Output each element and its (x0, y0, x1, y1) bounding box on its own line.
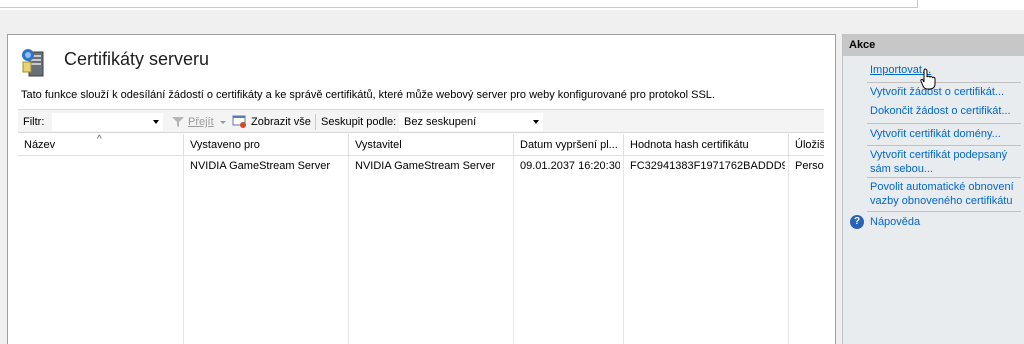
column-divider (513, 156, 514, 344)
chevron-down-icon (219, 120, 226, 124)
column-store[interactable]: Úložiš (789, 134, 824, 156)
actions-divider (867, 211, 1021, 212)
actions-header: Akce (843, 34, 1024, 56)
cell-issuer: NVIDIA GameStream Server (355, 160, 495, 172)
column-divider (348, 156, 349, 344)
create-domain-certificate-link[interactable]: Vytvořit certifikát domény... (870, 127, 1001, 141)
cell-expiry: 09.01.2037 16:20:30 (520, 160, 620, 172)
create-self-signed-certificate-link[interactable]: Vytvořit certifikát podepsaný (870, 148, 1007, 162)
filter-input[interactable] (52, 113, 163, 131)
create-certificate-request-link[interactable]: Vytvořit žádost o certifikát... (870, 85, 1004, 99)
address-bar-area (0, 0, 1024, 10)
address-bar[interactable] (0, 0, 918, 8)
show-all-icon (232, 115, 246, 128)
column-divider (183, 156, 184, 344)
column-expiry[interactable]: Datum vypršení pl... (514, 134, 624, 156)
complete-certificate-request-link[interactable]: Dokončit žádost o certifikát... (870, 104, 1011, 118)
group-by-label: Seskupit podle: (321, 116, 397, 128)
column-divider (623, 156, 624, 344)
group-by-value: Bez seskupení (404, 116, 477, 128)
enable-auto-renewal-link-line2[interactable]: vazby obnoveného certifikátu (870, 194, 1012, 208)
show-all-label: Zobrazit vše (251, 116, 311, 128)
funnel-icon (172, 117, 184, 127)
actions-divider (867, 145, 1021, 146)
help-link[interactable]: Nápověda (870, 215, 920, 229)
column-divider (788, 156, 789, 344)
chevron-down-icon (153, 120, 159, 124)
filter-label: Filtr: (23, 116, 45, 128)
go-label: Přejít (188, 116, 214, 128)
filter-toolbar: Filtr: Přejít Zobrazit vše Seskupit podl… (18, 109, 824, 133)
create-self-signed-certificate-link-line2[interactable]: sám sebou... (870, 162, 933, 176)
chevron-down-icon (533, 120, 539, 124)
column-issuer[interactable]: Vystavitel (349, 134, 514, 156)
help-icon: ? (850, 215, 864, 229)
show-all-button[interactable]: Zobrazit vše (232, 113, 311, 131)
cell-store: Persor (795, 160, 824, 172)
main-panel: Certifikáty serveru Tato funkce slouží k… (7, 34, 836, 344)
actions-divider (867, 123, 1021, 124)
cell-hash: FC32941383F1971762BADDD9... (630, 160, 785, 172)
hand-cursor-icon (920, 68, 936, 90)
server-certificates-icon (22, 49, 44, 77)
table-header: Název Vystaveno pro Vystavitel Datum vyp… (18, 134, 824, 156)
column-issued-to[interactable]: Vystaveno pro (184, 134, 349, 156)
page-title: Certifikáty serveru (64, 49, 210, 69)
cell-issued-to: NVIDIA GameStream Server (190, 160, 330, 172)
go-button[interactable]: Přejít (171, 113, 226, 131)
enable-auto-renewal-link[interactable]: Povolit automatické obnovení (870, 180, 1014, 194)
group-by-select[interactable]: Bez seskupení (399, 113, 543, 131)
toolbar-divider (315, 114, 316, 130)
actions-divider (867, 82, 1021, 83)
column-hash[interactable]: Hodnota hash certifikátu (624, 134, 789, 156)
actions-divider (867, 177, 1021, 178)
certificates-table: Název Vystaveno pro Vystavitel Datum vyp… (18, 134, 824, 344)
page-description: Tato funkce slouží k odesílání žádostí o… (21, 89, 715, 101)
top-band (0, 10, 1024, 34)
sort-caret-icon: ^ (97, 134, 102, 145)
